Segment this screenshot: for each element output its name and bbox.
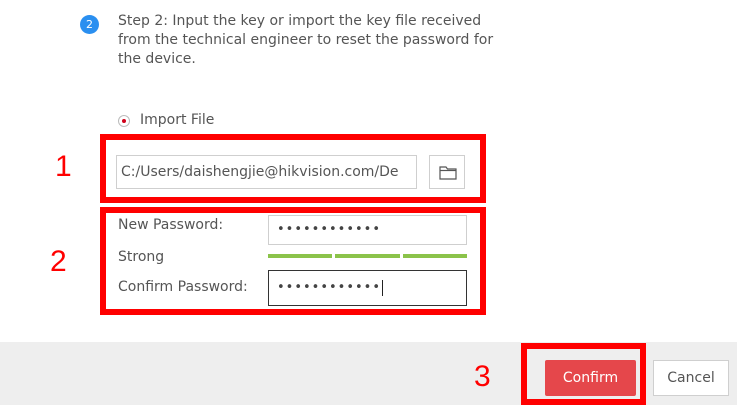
annotation-box-2 bbox=[100, 207, 486, 315]
annotation-box-1 bbox=[100, 134, 486, 203]
annotation-number-3: 3 bbox=[474, 360, 491, 393]
step-instructions: Step 2: Input the key or import the key … bbox=[118, 13, 494, 67]
annotation-number-1: 1 bbox=[55, 150, 72, 183]
step-number-badge: 2 bbox=[80, 15, 99, 34]
import-file-radio[interactable] bbox=[118, 115, 130, 127]
import-file-label[interactable]: Import File bbox=[140, 112, 214, 128]
cancel-button[interactable]: Cancel bbox=[653, 360, 729, 396]
annotation-box-3 bbox=[521, 343, 646, 405]
annotation-number-2: 2 bbox=[50, 245, 67, 278]
